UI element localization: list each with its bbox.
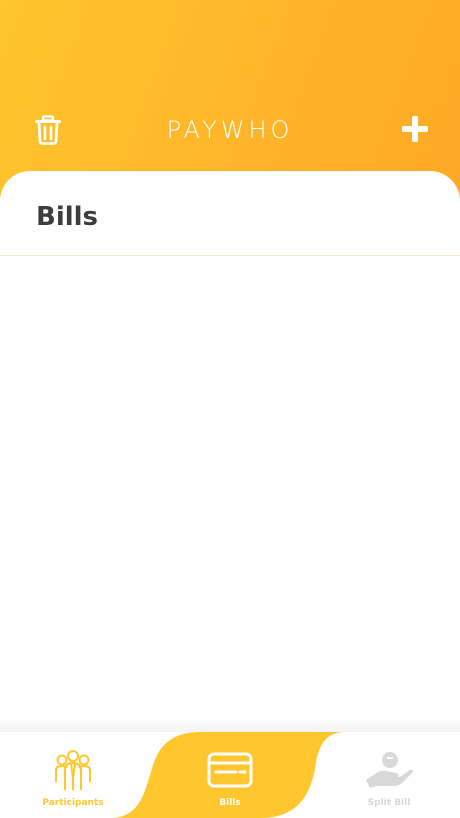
credit-card-icon <box>207 752 253 788</box>
section-title: Bills <box>36 202 99 232</box>
tab-bar: Participants Bills Split Bill <box>0 732 460 818</box>
participants-icon <box>55 750 91 790</box>
tab-participants-label: Participants <box>42 798 104 808</box>
tab-split-bill[interactable]: Split Bill <box>316 732 460 818</box>
hand-coin-icon <box>366 752 413 788</box>
tab-participants[interactable]: Participants <box>0 732 146 818</box>
plus-icon <box>402 116 428 142</box>
tab-bills-label: Bills <box>219 798 241 808</box>
section-header: Bills <box>0 171 460 256</box>
add-bill-button[interactable] <box>400 114 430 144</box>
bills-list[interactable] <box>0 257 460 717</box>
bills-panel: Bills <box>0 171 460 731</box>
app-title: PAYWHO <box>166 116 294 144</box>
tab-bills[interactable]: Bills <box>157 732 303 818</box>
tab-split-bill-label: Split Bill <box>367 798 411 808</box>
navigation-bar: PAYWHO <box>0 108 460 152</box>
